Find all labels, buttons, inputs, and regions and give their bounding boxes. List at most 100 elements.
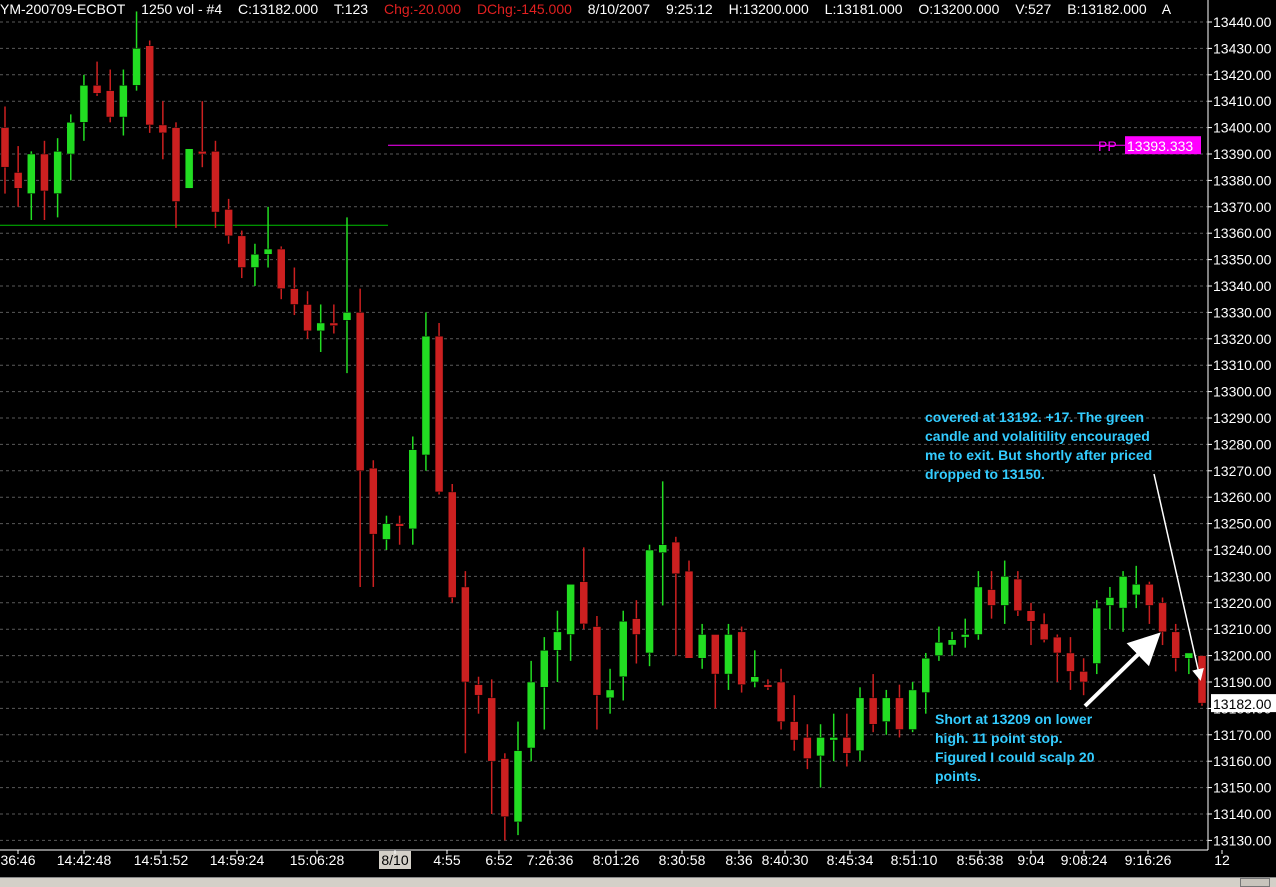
price-tick-label: 13240.00: [1213, 542, 1272, 558]
price-tick-label: 13270.00: [1213, 463, 1272, 479]
time-tick-label: 14:51:52: [134, 852, 189, 868]
candle-body: [211, 151, 220, 213]
time-tick-label: 8:01:26: [593, 852, 640, 868]
candle-body: [355, 312, 365, 472]
candle-body: [447, 491, 457, 598]
price-tick-label: 13330.00: [1213, 304, 1272, 320]
price-tick-label: 13340.00: [1213, 278, 1272, 294]
candle-body: [737, 631, 746, 685]
candle-body: [789, 721, 799, 741]
time-tick-label: 8:51:10: [891, 852, 938, 868]
price-tick-label: 13390.00: [1213, 146, 1272, 162]
candle-body: [342, 312, 352, 321]
candle-body: [724, 634, 733, 675]
candle-body: [1013, 578, 1023, 611]
candle-body: [895, 697, 904, 730]
annotation-line: points.: [935, 768, 981, 784]
price-tick-label: 13280.00: [1213, 436, 1272, 452]
time-tick-label: 8:30:58: [659, 852, 706, 868]
candle-body: [1066, 652, 1075, 672]
price-tick-label: 13350.00: [1213, 252, 1272, 268]
time-axis[interactable]: 36:46 14:42:48 14:51:52 14:59:24 15:06:28 8/1…: [0, 849, 1230, 869]
annotation-arrows: [1083, 473, 1204, 708]
candle-body: [316, 322, 325, 332]
annotation-line: Figured I could scalp 20: [935, 749, 1095, 765]
candle-body: [224, 209, 233, 237]
candle-body: [1131, 584, 1141, 596]
price-tick-label: 13140.00: [1213, 806, 1272, 822]
candle-body: [461, 586, 470, 683]
price-tick-label: 13410.00: [1213, 93, 1272, 109]
candle-body: [145, 45, 154, 126]
candle-body: [434, 335, 444, 493]
short-annotation: Short at 13209 on lower high. 11 point s…: [935, 710, 1094, 786]
price-tick-label: 13290.00: [1213, 410, 1272, 426]
candle-body: [553, 631, 562, 651]
candle-body: [263, 248, 273, 255]
candle-body: [290, 288, 299, 305]
candle-body: [908, 689, 917, 730]
time-tick-label: 8:40:30: [762, 852, 809, 868]
candle-body: [395, 523, 404, 527]
candle-body: [1105, 597, 1115, 606]
candle-body: [184, 148, 194, 189]
candle-body: [566, 584, 575, 635]
candle-body: [605, 689, 615, 699]
time-tick-label: 9:08:24: [1061, 852, 1108, 868]
covered-annotation: covered at 13192. +17. The green candle …: [925, 408, 1152, 484]
candle-body: [79, 85, 89, 123]
last-price-value: 13182.00: [1213, 696, 1272, 712]
candle-body: [53, 151, 62, 194]
time-tick-label: 14:42:48: [57, 852, 112, 868]
candle-body: [276, 248, 286, 289]
candle-body: [645, 549, 654, 654]
candle-body: [671, 541, 681, 575]
pivot-value: 13393.333: [1127, 138, 1193, 154]
candle-body: [1026, 610, 1036, 622]
time-tick-label: 12: [1214, 852, 1230, 868]
price-tick-label: 13400.00: [1213, 120, 1272, 136]
price-tick-label: 13200.00: [1213, 648, 1272, 664]
candle-body: [158, 124, 168, 134]
price-tick-label: 13250.00: [1213, 516, 1272, 532]
annotation-line: dropped to 13150.: [925, 466, 1045, 482]
candle-body: [987, 589, 996, 606]
price-tick-label: 13370.00: [1213, 199, 1272, 215]
candle-body: [369, 467, 378, 535]
candle-body: [13, 172, 23, 189]
candle-body: [171, 127, 181, 202]
candle-body: [198, 151, 207, 155]
price-tick-label: 13260.00: [1213, 489, 1272, 505]
candle-body: [237, 235, 247, 268]
candle-body: [803, 737, 812, 759]
candle-body: [540, 650, 549, 688]
candle-body: [421, 335, 431, 456]
candle-body: [1118, 576, 1128, 609]
candle-body: [119, 85, 128, 118]
candle-body: [27, 153, 36, 194]
price-tick-label: 13220.00: [1213, 595, 1272, 611]
candle-body: [842, 737, 852, 754]
time-tick-label: 14:59:24: [210, 852, 265, 868]
annotation-line: candle and volalitility encouraged: [925, 428, 1150, 444]
candle-body: [487, 697, 496, 762]
time-tick-label: 8:56:38: [957, 852, 1004, 868]
candle-body: [816, 737, 825, 757]
candle-body: [92, 85, 102, 94]
candle-body: [1092, 607, 1102, 664]
candle-body: [579, 581, 589, 625]
price-tick-label: 13360.00: [1213, 225, 1272, 241]
candle-body: [1000, 576, 1009, 606]
price-tick-label: 13210.00: [1213, 621, 1272, 637]
candle-body: [960, 634, 970, 638]
price-axis[interactable]: 13440.00 13430.00 13420.00 13410.00 13400.00…: [1207, 0, 1276, 850]
price-tick-label: 13300.00: [1213, 384, 1272, 400]
candle-body: [1145, 584, 1154, 606]
candle-body: [711, 634, 720, 675]
candle-body: [1158, 602, 1167, 633]
candle-body: [855, 697, 865, 751]
price-tick-label: 13320.00: [1213, 331, 1272, 347]
candle-body: [132, 48, 141, 86]
candle-body: [382, 523, 391, 540]
candle-body: [947, 639, 957, 646]
